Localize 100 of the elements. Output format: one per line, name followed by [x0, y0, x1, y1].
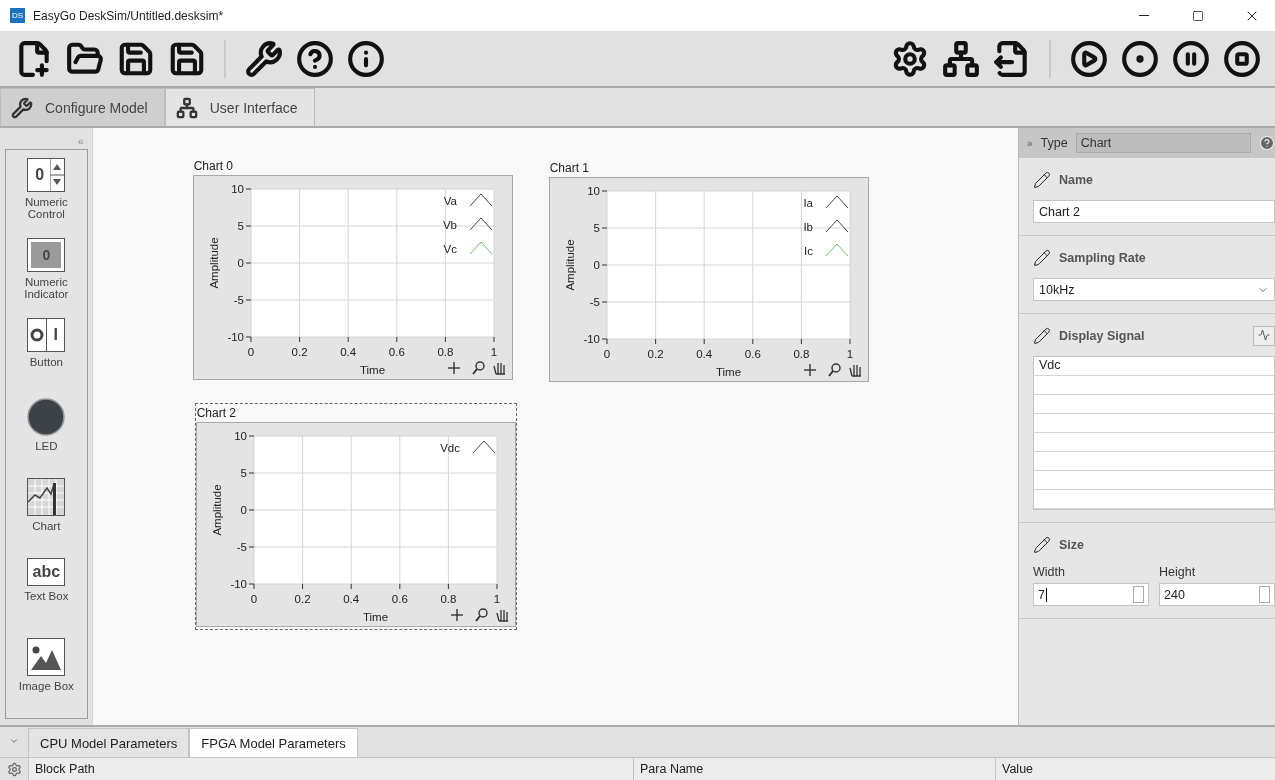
palette-item-label[interactable]: Button [29, 356, 63, 368]
y-tick-label: -5 [233, 294, 244, 306]
palette-item-label[interactable]: Numeric Control [11, 196, 82, 220]
section-label: Size [1059, 538, 1084, 552]
pencil-icon [1033, 536, 1051, 554]
y-axis-label: Amplitude [563, 239, 576, 291]
cursor-tool-icon[interactable] [446, 361, 461, 375]
x-axis-label: Time [362, 611, 388, 623]
signal-item[interactable]: Vdc [1039, 358, 1061, 372]
maximize-icon [1192, 9, 1204, 22]
hand-icon[interactable] [496, 609, 509, 622]
tab[interactable]: CPU Model Parameters [28, 728, 190, 757]
play-icon [1069, 39, 1108, 78]
zoom-icon[interactable] [474, 608, 488, 622]
hand-icon[interactable] [849, 364, 862, 377]
x-tick-label: 0.6 [388, 346, 405, 358]
pause-icon [1171, 39, 1210, 78]
height-field[interactable]: 240 [1159, 583, 1275, 606]
x-tick-label: 0.6 [391, 593, 408, 605]
window-title: EasyGo DeskSim/Untitled.desksim* [33, 8, 225, 23]
chart-icon [27, 478, 66, 516]
x-tick-label: 1 [490, 346, 497, 358]
column-header[interactable]: Block Path [28, 757, 633, 780]
x-tick-label: 0 [603, 348, 610, 360]
expand-button[interactable]: » [1027, 137, 1033, 149]
help-icon [295, 39, 334, 78]
section-label: Display Signal [1059, 329, 1145, 343]
x-tick-label: 1 [846, 348, 853, 360]
tab[interactable]: User Interface [164, 88, 315, 126]
legend-label: Ic [803, 245, 813, 257]
waveform-icon [1258, 329, 1270, 341]
palette-item-label[interactable]: Image Box [18, 680, 74, 692]
legend-label: Ib [803, 221, 813, 233]
x-tick-label: 0.2 [647, 348, 664, 360]
column-header[interactable]: Value [995, 757, 1275, 780]
y-tick-label: 0 [240, 504, 247, 516]
x-tick-label: 0 [250, 593, 257, 605]
y-axis-label: Amplitude [210, 484, 223, 536]
column-header[interactable]: Para Name [633, 757, 995, 780]
pencil-icon [1033, 249, 1051, 267]
x-tick-label: 0.4 [695, 348, 712, 360]
image-icon [27, 638, 66, 676]
y-tick-label: 0 [237, 257, 244, 269]
x-tick-label: 0.8 [437, 346, 454, 358]
stop-icon [1222, 39, 1261, 78]
chart-title: Chart 0 [192, 158, 235, 175]
x-tick-label: 0.8 [440, 593, 457, 605]
pencil-icon [1033, 327, 1051, 345]
y-tick-label: -5 [236, 541, 247, 553]
help-icon [1259, 135, 1275, 151]
y-tick-label: -5 [589, 296, 600, 308]
signal-button[interactable] [1253, 326, 1275, 346]
width-label: Width [1033, 565, 1066, 581]
x-tick-label: 0 [247, 346, 254, 358]
app-logo: DS [10, 8, 25, 23]
zoom-icon[interactable] [471, 361, 485, 375]
chart-title: Chart 1 [548, 160, 591, 177]
wrench-icon [11, 96, 33, 119]
cursor-tool-icon[interactable] [802, 363, 817, 377]
type-field: Chart [1075, 133, 1251, 153]
palette-item-label[interactable]: LED [35, 440, 58, 452]
palette-item-label[interactable]: Chart [32, 520, 61, 532]
chart-title: Chart 2 [195, 405, 238, 422]
x-axis-label: Time [359, 364, 385, 376]
pencil-icon [1033, 171, 1051, 189]
tab[interactable]: FPGA Model Parameters [189, 728, 358, 757]
chart-widget[interactable]: Chart 1 10 5 0 -5 -10 0 0.2 0.4 0.6 0.8 1 Amplitude Time Ia Ib Ic [547, 158, 870, 383]
palette-item-label[interactable]: Text Box [24, 590, 69, 602]
hand-icon[interactable] [493, 362, 506, 375]
x-tick-label: 0.2 [291, 346, 308, 358]
y-tick-label: 5 [240, 467, 247, 479]
legend-label: Vc [443, 243, 457, 255]
cursor-tool-icon[interactable] [449, 608, 464, 622]
y-tick-label: -10 [230, 578, 247, 590]
legend-label: Va [443, 195, 457, 207]
numeric-control-icon: 0 [27, 158, 66, 192]
numeric-indicator-icon: 0 [27, 238, 66, 272]
chart-widget[interactable]: Chart 2 10 5 0 -5 -10 0 0.2 0.4 0.6 0.8 1 Amplitude Time Vdc [194, 403, 517, 630]
y-tick-label: 10 [233, 430, 247, 442]
name-field[interactable]: Chart 2 [1033, 200, 1275, 223]
x-tick-label: 0.2 [294, 593, 311, 605]
y-tick-label: 0 [593, 259, 600, 271]
width-field[interactable]: 7 [1033, 583, 1149, 606]
legend-label: Vb [442, 219, 457, 231]
palette-item-label[interactable]: Numeric Indicator [11, 276, 82, 300]
chart-widget[interactable]: Chart 0 10 5 0 -5 -10 0 0.2 0.4 0.6 0.8 1 Amplitude Time Va Vb Vc [191, 156, 514, 381]
sampling-rate-dropdown[interactable]: 10kHz [1033, 278, 1275, 301]
minimize-icon [1139, 15, 1149, 16]
x-tick-label: 0.6 [744, 348, 761, 360]
wrench-icon [244, 39, 283, 78]
y-tick-label: 5 [593, 222, 600, 234]
tab[interactable]: Configure Model [0, 88, 165, 126]
zoom-icon[interactable] [827, 363, 841, 377]
y-tick-label: -10 [583, 333, 600, 345]
legend-label: Ia [803, 197, 813, 209]
type-label: Type [1040, 136, 1068, 150]
x-tick-label: 0.4 [342, 593, 359, 605]
y-tick-label: 5 [237, 220, 244, 232]
y-tick-label: -10 [227, 331, 244, 343]
x-tick-label: 0.8 [793, 348, 810, 360]
